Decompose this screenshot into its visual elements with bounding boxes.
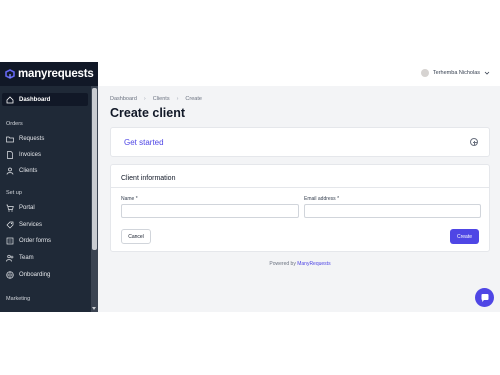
sidebar-item-order-forms[interactable]: Order forms <box>2 234 88 247</box>
sidebar-item-clients[interactable]: Clients <box>2 164 88 177</box>
folder-icon <box>6 136 14 142</box>
section-label-marketing: Marketing <box>6 296 31 302</box>
plus-circle-icon[interactable] <box>470 138 478 146</box>
sidebar-item-team[interactable]: Team <box>2 251 88 264</box>
breadcrumb-dashboard[interactable]: Dashboard <box>110 96 137 102</box>
brand-name: manyrequests <box>18 68 94 80</box>
get-started-label[interactable]: Get started <box>124 138 164 147</box>
breadcrumb-separator-icon: › <box>176 96 179 102</box>
footer-brand-link[interactable]: ManyRequests <box>297 261 330 267</box>
get-started-card[interactable]: Get started <box>110 127 490 157</box>
section-label-orders: Orders <box>6 121 23 127</box>
sidebar: manyrequests Dashboard Orders Requests I… <box>0 62 98 312</box>
sidebar-item-label: Portal <box>19 204 35 211</box>
breadcrumb-separator-icon: › <box>143 96 146 102</box>
sidebar-item-label: Requests <box>19 135 45 142</box>
name-label: Name * <box>121 196 138 202</box>
chat-launcher-button[interactable] <box>475 288 494 307</box>
sidebar-item-onboarding[interactable]: Onboarding <box>2 268 88 281</box>
sidebar-scrollbar[interactable] <box>91 86 98 312</box>
scrollbar-thumb[interactable] <box>92 88 97 250</box>
divider <box>111 187 489 188</box>
breadcrumb: Dashboard › Clients › Create <box>110 96 202 102</box>
services-icon <box>6 221 14 228</box>
create-button[interactable]: Create <box>450 229 479 244</box>
client-information-card: Client information Name * Email address … <box>110 164 490 252</box>
user-menu[interactable]: Terhemba Nicholas <box>420 69 490 77</box>
sidebar-item-label: Team <box>19 254 34 261</box>
team-icon <box>6 254 14 262</box>
breadcrumb-clients[interactable]: Clients <box>153 96 170 102</box>
scroll-down-arrow-icon[interactable] <box>92 307 96 310</box>
order-forms-icon <box>6 237 14 244</box>
chat-icon <box>481 293 488 302</box>
user-name: Terhemba Nicholas <box>432 70 480 76</box>
sidebar-item-label: Dashboard <box>19 96 51 103</box>
clients-icon <box>6 167 14 175</box>
sidebar-item-label: Order forms <box>19 237 52 244</box>
section-label-setup: Set up <box>6 190 22 196</box>
onboarding-icon <box>6 270 14 279</box>
page-title: Create client <box>110 106 186 120</box>
brand-logo[interactable]: manyrequests <box>0 62 98 86</box>
card-title: Client information <box>121 175 176 182</box>
chevron-down-icon <box>484 71 490 75</box>
email-field[interactable] <box>304 204 481 218</box>
portal-icon <box>6 204 14 212</box>
cancel-button[interactable]: Cancel <box>121 229 151 244</box>
sidebar-item-services[interactable]: Services <box>2 218 88 231</box>
home-icon <box>6 95 14 103</box>
sidebar-item-label: Services <box>19 221 43 228</box>
footer-prefix: Powered by <box>269 261 296 267</box>
sidebar-item-label: Onboarding <box>19 271 51 278</box>
sidebar-item-invoices[interactable]: Invoices <box>2 148 88 161</box>
sidebar-item-label: Clients <box>19 167 38 174</box>
sidebar-item-dashboard[interactable]: Dashboard <box>2 93 88 106</box>
top-bar: Terhemba Nicholas <box>98 62 500 86</box>
avatar <box>420 69 429 77</box>
breadcrumb-current: Create <box>185 96 202 102</box>
email-label: Email address * <box>304 196 340 202</box>
sidebar-item-portal[interactable]: Portal <box>2 201 88 214</box>
sidebar-item-requests[interactable]: Requests <box>2 132 88 145</box>
name-field[interactable] <box>121 204 299 218</box>
logo-mark-icon <box>5 69 15 79</box>
app: manyrequests Dashboard Orders Requests I… <box>0 62 500 312</box>
footer: Powered by ManyRequests <box>110 261 490 267</box>
document-icon <box>7 150 13 159</box>
sidebar-item-label: Invoices <box>19 151 42 158</box>
